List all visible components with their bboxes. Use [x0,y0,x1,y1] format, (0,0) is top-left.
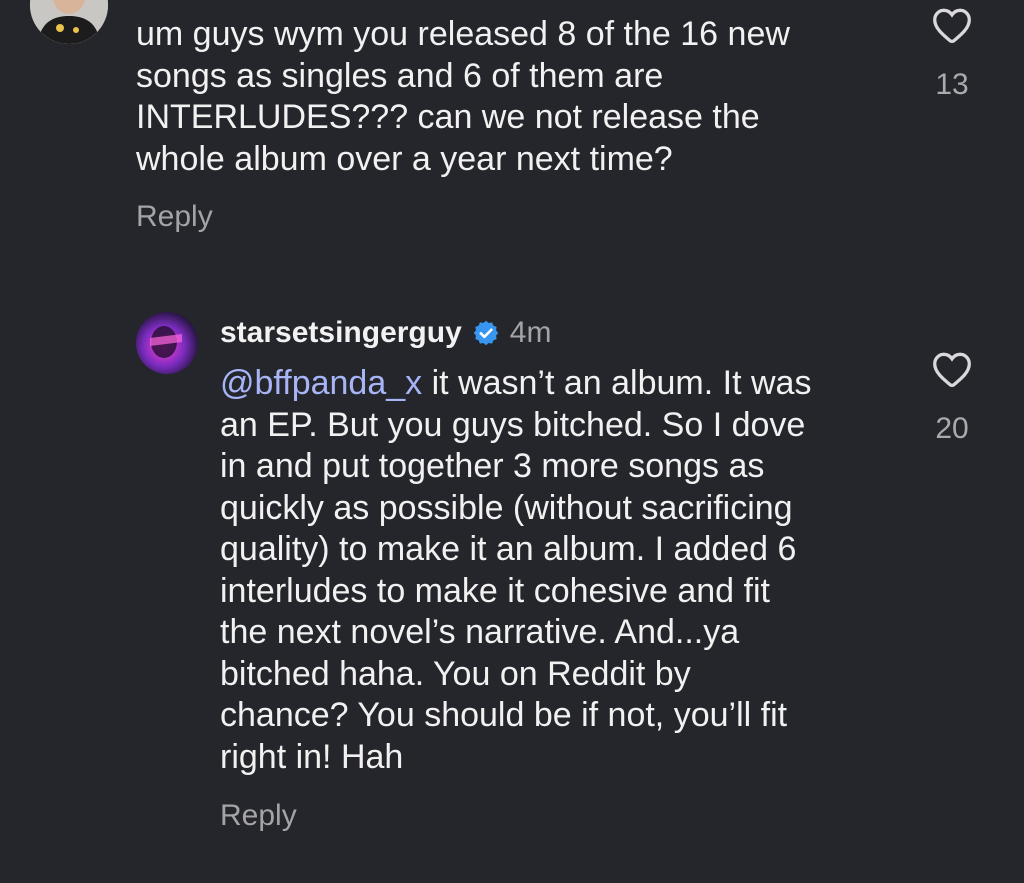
heart-outline-icon[interactable] [931,6,973,44]
mention-link[interactable]: @bffpanda_x [220,364,422,402]
avatar-photo [136,312,198,374]
reply-button[interactable]: Reply [220,799,297,833]
username[interactable]: starsetsingerguy [220,316,462,350]
comment-text: um guys wym you released 8 of the 16 new… [136,15,790,178]
reply-body: it wasn’t an album. It was an EP. But yo… [220,364,812,776]
reply-text: @bffpanda_x it wasn’t an album. It was a… [220,363,900,778]
like-control: 20 [922,350,982,446]
reply-button[interactable]: Reply [136,200,213,234]
commenter-avatar[interactable] [30,0,108,44]
timestamp: 4m [509,316,552,349]
avatar-photo [30,0,108,44]
like-count: 13 [935,68,969,101]
heart-outline-icon[interactable] [931,350,973,388]
like-count: 20 [935,412,969,445]
verified-badge-icon [473,320,499,346]
reply-header: starsetsingerguy 4m [220,314,551,352]
replier-avatar[interactable] [136,312,198,374]
like-control: 13 [922,6,982,102]
